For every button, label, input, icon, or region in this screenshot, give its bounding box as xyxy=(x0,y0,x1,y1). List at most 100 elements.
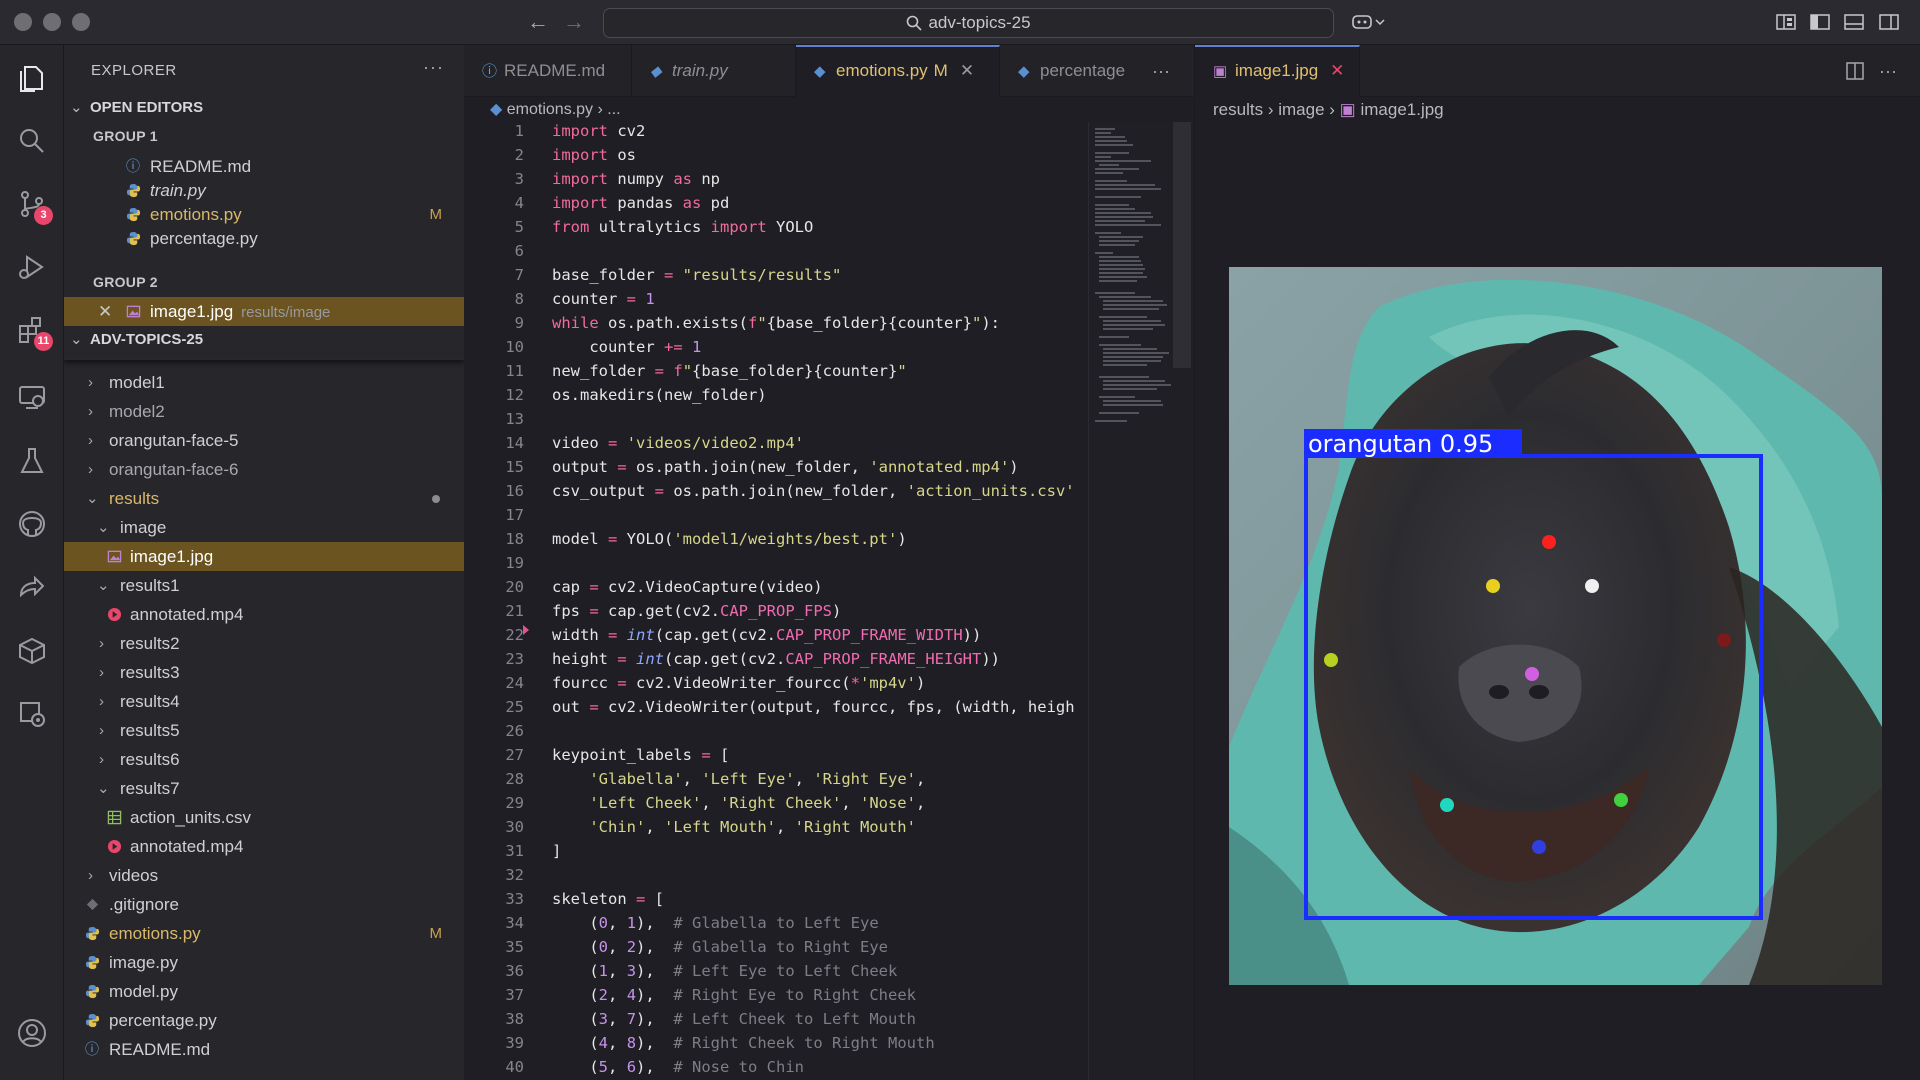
breadcrumb-file[interactable]: emotions.py xyxy=(507,101,593,118)
tree-label: percentage.py xyxy=(109,1011,217,1030)
github-icon[interactable] xyxy=(16,508,48,540)
toggle-secondary-sidebar-icon[interactable] xyxy=(1878,12,1900,32)
close-icon[interactable]: ✕ xyxy=(960,61,974,80)
breadcrumb-symbol[interactable]: ... xyxy=(607,101,620,118)
breadcrumb-folder[interactable]: image xyxy=(1278,100,1324,119)
forward-arrow-icon[interactable]: → xyxy=(563,9,585,35)
remote-explorer-icon[interactable] xyxy=(16,381,48,413)
info-icon: ⓘ xyxy=(126,158,140,174)
run-debug-icon[interactable] xyxy=(16,251,48,283)
containers-icon[interactable] xyxy=(16,635,48,667)
tree-folder[interactable]: ⌄ results xyxy=(64,484,464,513)
extensions-badge: 11 xyxy=(34,332,53,351)
more-actions-icon[interactable]: ··· xyxy=(1879,45,1897,97)
tree-file[interactable]: ⓘ README.md xyxy=(64,1035,464,1064)
kubernetes-icon[interactable] xyxy=(16,698,48,730)
code-editor[interactable]: 1 import cv2 2 import os 3 import numpy as … xyxy=(464,122,1088,1080)
minimap-slider[interactable] xyxy=(1173,122,1191,368)
open-editors-header[interactable]: ⌄ OPEN EDITORS xyxy=(64,94,464,122)
info-icon: ⓘ xyxy=(482,63,498,80)
tree-folder[interactable]: › results6 xyxy=(64,745,464,774)
tree-folder[interactable]: › model2 xyxy=(64,397,464,426)
explorer-sidebar: EXPLORER ··· ⌄ OPEN EDITORS GROUP 1 ⓘ REA… xyxy=(64,45,464,1080)
git-diamond-icon xyxy=(86,898,99,911)
tree-folder[interactable]: ⌄ results1 xyxy=(64,571,464,600)
tree-file[interactable]: percentage.py xyxy=(64,1006,464,1035)
tree-file[interactable]: emotions.py M xyxy=(64,919,464,948)
more-actions-icon[interactable]: ··· xyxy=(1152,45,1170,97)
breadcrumb: results › image › ▣ image1.jpg xyxy=(1213,97,1444,123)
tree-folder[interactable]: › orangutan-face-5 xyxy=(64,426,464,455)
tab-train[interactable]: ◆ train.py xyxy=(632,45,796,97)
explorer-icon[interactable] xyxy=(16,62,48,94)
tree-file[interactable]: model.py xyxy=(64,977,464,1006)
title-bar: ← → adv-topics-25 xyxy=(0,0,1920,45)
tab-label: README.md xyxy=(504,61,606,80)
tree-label: action_units.csv xyxy=(130,808,251,827)
tree-file[interactable]: annotated.mp4 xyxy=(64,600,464,629)
breadcrumb-folder[interactable]: results xyxy=(1213,100,1263,119)
tree-folder[interactable]: › results2 xyxy=(64,629,464,658)
tree-file[interactable]: image.py xyxy=(64,948,464,977)
chevron-right-icon: › xyxy=(1267,100,1274,119)
minimize-window-button[interactable] xyxy=(43,13,61,31)
chevron-right-icon: › xyxy=(1329,100,1335,119)
more-actions-icon[interactable]: ··· xyxy=(423,57,444,78)
info-icon: ⓘ xyxy=(85,1041,99,1057)
video-icon xyxy=(107,607,122,622)
tree-file[interactable]: annotated.mp4 xyxy=(64,832,464,861)
csv-table-icon xyxy=(107,810,122,825)
toggle-primary-sidebar-icon[interactable] xyxy=(1809,12,1831,32)
tree-file[interactable]: action_units.csv xyxy=(64,803,464,832)
tab-percentage[interactable]: ◆ percentage xyxy=(1000,45,1150,97)
source-control-icon[interactable]: 3 xyxy=(16,188,53,225)
tab-image1[interactable]: ▣ image1.jpg ✕ xyxy=(1195,45,1360,97)
live-share-icon[interactable] xyxy=(16,571,48,603)
project-header[interactable]: ⌄ ADV-TOPICS-25 xyxy=(64,326,464,354)
keypoint-left-eye xyxy=(1486,579,1500,593)
tree-folder[interactable]: › results4 xyxy=(64,687,464,716)
account-icon[interactable] xyxy=(16,1017,48,1049)
file-path: results/image xyxy=(241,304,331,321)
close-icon[interactable]: ✕ xyxy=(1330,61,1344,80)
back-arrow-icon[interactable]: ← xyxy=(527,9,549,35)
sidebar-title: EXPLORER xyxy=(91,62,177,79)
close-window-button[interactable] xyxy=(14,13,32,31)
extensions-icon[interactable]: 11 xyxy=(16,314,53,351)
tree-file[interactable]: image1.jpg xyxy=(64,542,464,571)
search-icon[interactable] xyxy=(16,125,48,157)
tree-file[interactable]: .gitignore xyxy=(64,890,464,919)
command-center-search[interactable]: adv-topics-25 xyxy=(603,8,1334,38)
tree-label: results xyxy=(109,489,160,508)
customize-layout-icon[interactable] xyxy=(1775,12,1797,32)
editor-tabs-group-1: ⓘ README.md ◆ train.py ◆ emotions.py M ✕ ◆ per… xyxy=(464,45,1194,97)
testing-icon[interactable] xyxy=(16,445,48,477)
scroll-shadow xyxy=(64,354,464,360)
tree-folder[interactable]: › orangutan-face-6 xyxy=(64,455,464,484)
tree-label: model2 xyxy=(109,402,165,421)
split-editor-icon[interactable] xyxy=(1845,61,1865,81)
chevron-right-icon: › xyxy=(99,722,104,739)
tree-folder[interactable]: › results5 xyxy=(64,716,464,745)
maximize-window-button[interactable] xyxy=(72,13,90,31)
breadcrumb-file[interactable]: image1.jpg xyxy=(1360,100,1443,119)
open-editor-image1[interactable]: ✕ image1.jpg results/image xyxy=(64,297,464,326)
tree-folder[interactable]: › videos xyxy=(64,861,464,890)
tree-folder[interactable]: ⌄ image xyxy=(64,513,464,542)
detection-label: orangutan 0.95 xyxy=(1308,430,1493,458)
copilot-icon[interactable] xyxy=(1352,12,1386,32)
tree-folder[interactable]: › model1 xyxy=(64,368,464,397)
tab-readme[interactable]: ⓘ README.md xyxy=(464,45,632,97)
python-icon xyxy=(85,926,100,941)
close-icon[interactable]: ✕ xyxy=(98,297,112,326)
python-icon: ◆ xyxy=(490,101,503,118)
toggle-panel-icon[interactable] xyxy=(1843,12,1865,32)
open-editor-percentage[interactable]: percentage.py xyxy=(64,224,464,253)
tree-folder[interactable]: › results3 xyxy=(64,658,464,687)
chevron-down-icon: ⌄ xyxy=(97,519,110,536)
tree-folder[interactable]: ⌄ results7 xyxy=(64,774,464,803)
tree-label: .gitignore xyxy=(109,895,179,914)
open-editor-label: percentage.py xyxy=(150,229,258,248)
tab-emotions[interactable]: ◆ emotions.py M ✕ xyxy=(796,45,1000,97)
orangutan-photo: orangutan 0.95 xyxy=(1229,267,1882,985)
